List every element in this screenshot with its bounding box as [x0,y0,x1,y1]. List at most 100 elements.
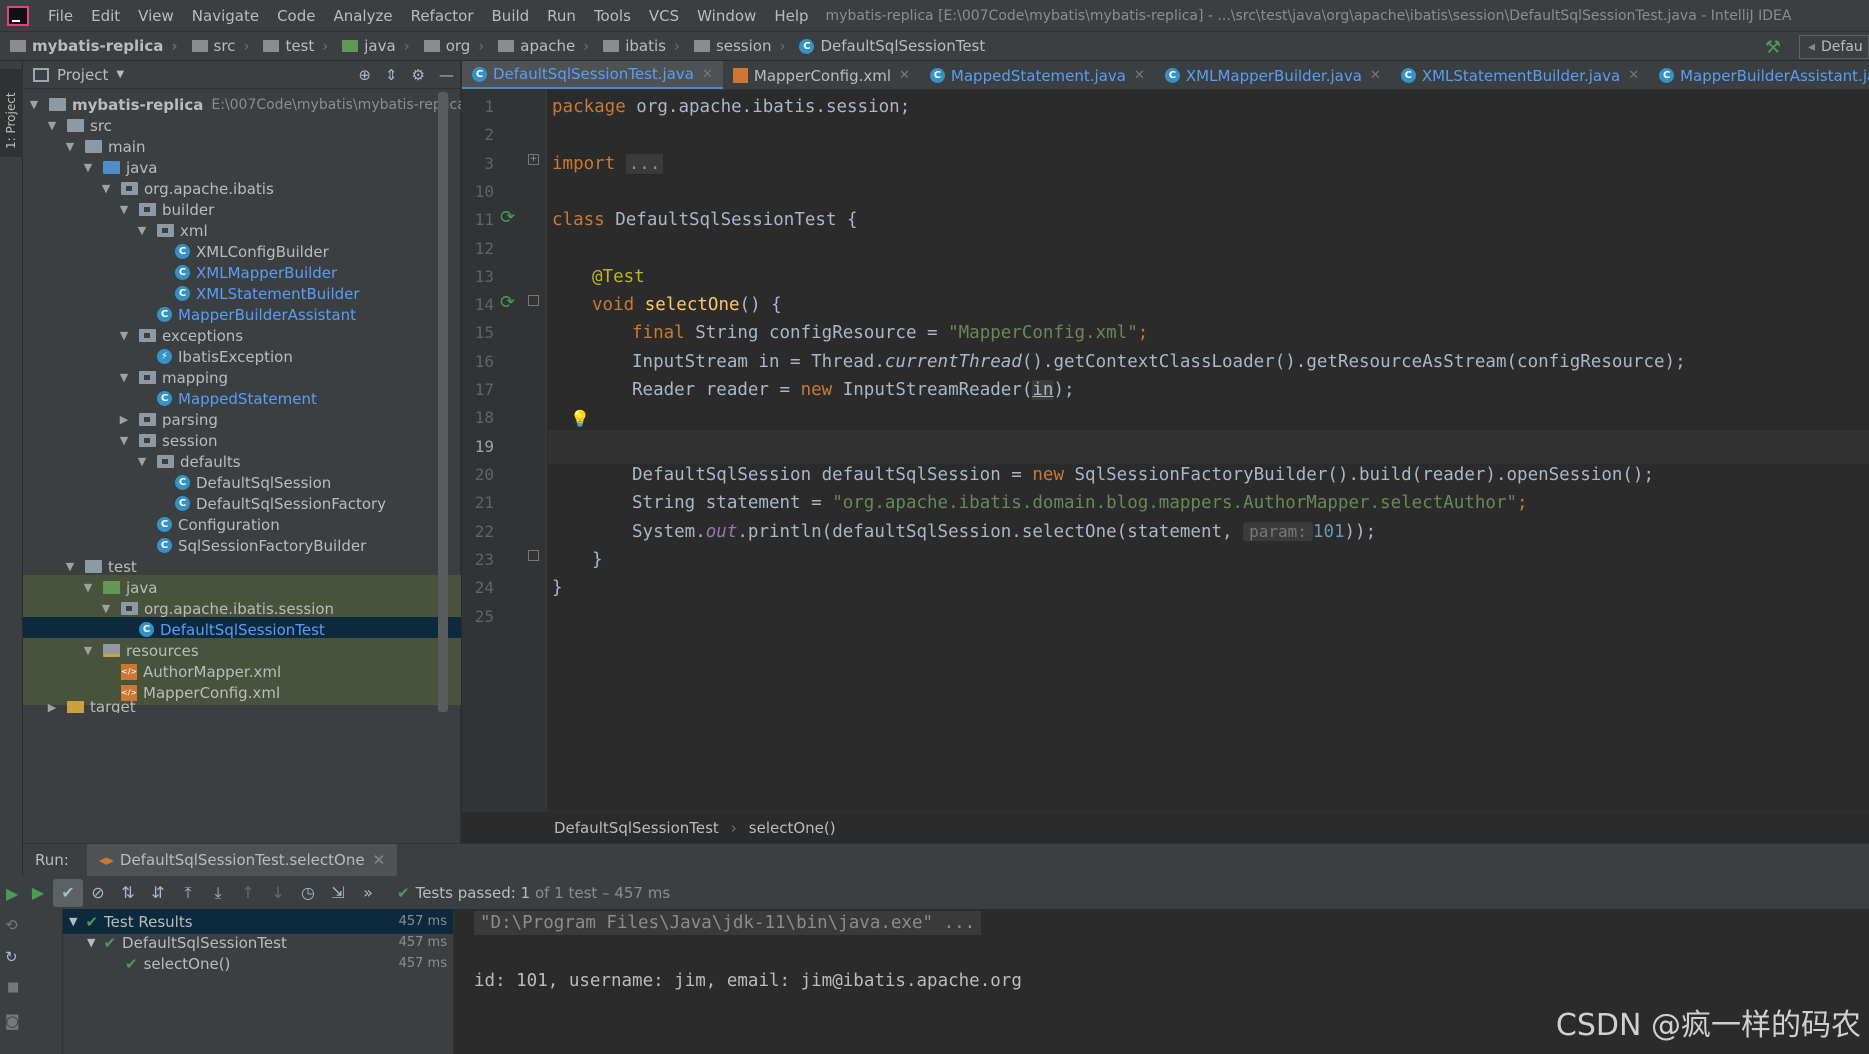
folder-icon [10,40,26,52]
menu-tools[interactable]: Tools [585,7,640,25]
tree-scrollbar[interactable] [438,92,448,712]
expand-arrow-icon[interactable]: ▼ [45,119,59,132]
menu-help[interactable]: Help [765,7,817,25]
toggle-auto-test-icon[interactable]: ↻ [5,948,18,966]
close-icon[interactable]: ✕ [1134,68,1145,83]
collapse-arrow-icon[interactable]: ▶ [117,413,131,426]
camera-icon[interactable]: ◙ [5,1012,20,1030]
dropdown-arrow-icon[interactable]: ▼ [116,69,124,80]
expand-arrow-icon[interactable]: ▼ [117,203,131,216]
expand-arrow-icon[interactable]: ▼ [81,581,95,594]
expand-arrow-icon[interactable]: ▼ [117,329,131,342]
gear-icon[interactable]: ⚙ [412,66,425,84]
expand-arrow-icon[interactable]: ▼ [99,182,113,195]
close-icon[interactable]: ✕ [1370,68,1381,83]
breadcrumb-method[interactable]: selectOne() [749,819,836,837]
close-icon[interactable]: ✕ [702,67,713,82]
minimize-icon[interactable]: — [439,66,454,84]
breadcrumb-java[interactable]: java › [332,37,413,55]
menu-refactor[interactable]: Refactor [402,7,483,25]
rerun-failed-icon[interactable]: ⟲ [5,916,18,934]
menu-file[interactable]: File [39,7,82,25]
next-failed-icon[interactable]: ↓ [263,883,293,902]
expand-arrow-icon[interactable]: ▼ [27,98,41,111]
expand-arrow-icon[interactable]: ▼ [117,434,131,447]
folder-icon [85,560,102,573]
stop-icon[interactable]: ■ [7,980,19,995]
expand-arrow-icon[interactable]: ▼ [99,602,113,615]
expand-arrow-icon[interactable]: ▼ [87,936,95,949]
class-icon: C [175,286,190,301]
sort-alpha-icon[interactable]: ⇅ [113,883,143,902]
code-editor[interactable]: 1 2 3 10 11 12 13 14 15 16 17 18 19 20 2… [462,90,1869,811]
rerun-icon[interactable]: ▶ [6,884,18,903]
breadcrumb-src[interactable]: src › [182,37,254,55]
console-command[interactable]: "D:\Program Files\Java\jdk-11\bin\java.e… [474,911,982,935]
menu-view[interactable]: View [129,7,183,25]
run-tab[interactable]: ◂▸ DefaultSqlSessionTest.selectOne ✕ [86,843,398,877]
breadcrumb-ibatis[interactable]: ibatis › [593,37,684,55]
breadcrumb-class[interactable]: C DefaultSqlSessionTest [789,37,989,55]
sort-duration-icon[interactable]: ⇵ [143,883,173,902]
tree-item-label: org.apache.ibatis [144,179,274,198]
breadcrumb-class[interactable]: DefaultSqlSessionTest [554,819,719,837]
close-icon[interactable]: ✕ [899,68,910,83]
expand-arrow-icon[interactable]: ▼ [81,644,95,657]
project-panel: Project ▼ ⊕ ⇕ ⚙ — ▼ mybatis-replica E:\007… [23,61,461,843]
tab-mapperbuilderassistant[interactable]: C MapperBuilderAssistant.java [1649,61,1869,89]
tab-defaultsqlsessiontest[interactable]: C DefaultSqlSessionTest.java ✕ [462,61,723,89]
tab-xmlmapperbuilder[interactable]: C XMLMapperBuilder.java ✕ [1155,61,1391,89]
expand-all-icon[interactable]: ⤒ [173,883,203,903]
fold-end-icon[interactable] [528,550,539,561]
tree-item-label: XMLMapperBuilder [196,263,338,282]
tab-mapperconfig-xml[interactable]: MapperConfig.xml ✕ [723,61,920,89]
expand-arrow-icon[interactable]: ▼ [63,140,77,153]
close-icon[interactable]: ✕ [1628,68,1639,83]
breadcrumb-org[interactable]: org › [414,37,489,55]
locate-file-icon[interactable]: ⊕ [358,66,371,84]
previous-failed-icon[interactable]: ↑ [233,883,263,902]
breadcrumb-test[interactable]: test › [253,37,332,55]
expand-arrow-icon[interactable]: ▼ [63,560,77,573]
tab-mappedstatement[interactable]: C MappedStatement.java ✕ [920,61,1155,89]
fold-collapse-icon[interactable] [528,295,539,306]
breadcrumb-session[interactable]: session › [684,37,790,55]
show-passed-icon[interactable]: ✔ [53,878,83,907]
expand-arrow-icon[interactable]: ▼ [135,455,149,468]
expand-arrow-icon[interactable]: ▼ [135,224,149,237]
breadcrumb-project[interactable]: mybatis-replica › [0,37,182,55]
run-test-class-icon[interactable]: ⟳ [500,207,520,228]
test-results-method[interactable]: ✔ selectOne() 457 ms [63,951,453,976]
test-history-icon[interactable]: ◷ [293,883,323,902]
menu-vcs[interactable]: VCS [640,7,688,25]
menu-navigate[interactable]: Navigate [183,7,268,25]
expand-arrow-icon[interactable]: ▼ [81,161,95,174]
tree-item-target[interactable]: ▶ target [23,701,461,713]
tab-xmlstatementbuilder[interactable]: C XMLStatementBuilder.java ✕ [1391,61,1649,89]
more-icon[interactable]: » [353,883,383,902]
export-icon[interactable]: ⇲ [323,883,353,902]
project-panel-title[interactable]: Project [57,66,108,84]
menu-analyze[interactable]: Analyze [324,7,401,25]
menu-build[interactable]: Build [483,7,539,25]
project-tool-tab[interactable]: 1: Project [0,69,23,157]
run-configuration-selector[interactable]: ◂ Defau [1799,35,1869,59]
expand-arrow-icon[interactable]: ▼ [117,371,131,384]
close-icon[interactable]: ✕ [373,851,386,869]
collapse-arrow-icon[interactable]: ▶ [45,701,59,713]
fold-expand-icon[interactable]: + [528,154,539,165]
breadcrumb-apache[interactable]: apache › [488,37,593,55]
menu-window[interactable]: Window [688,7,765,25]
menu-edit[interactable]: Edit [82,7,129,25]
menu-run[interactable]: Run [538,7,585,25]
show-ignored-icon[interactable]: ⊘ [83,883,113,902]
lightbulb-icon[interactable]: 💡 [570,409,590,428]
menu-code[interactable]: Code [268,7,324,25]
run-test-method-icon[interactable]: ⟳ [500,292,520,313]
folded-imports[interactable]: ... [625,154,664,174]
run-icon[interactable]: ▶ [23,883,53,902]
collapse-all-icon[interactable]: ⇕ [385,66,398,84]
build-hammer-icon[interactable]: ⚒ [1765,37,1781,58]
collapse-all-icon[interactable]: ⤓ [203,883,233,903]
expand-arrow-icon[interactable]: ▼ [69,915,77,928]
